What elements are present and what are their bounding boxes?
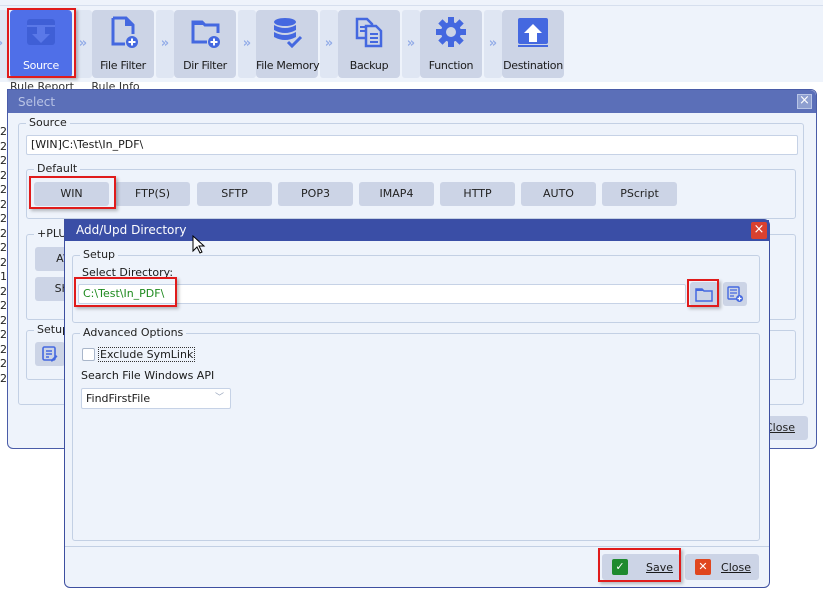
chevron-down-icon: ﹀: [214, 393, 224, 403]
select-title: Select: [18, 95, 56, 109]
close-button[interactable]: ✕ Close: [685, 554, 759, 580]
mouse-cursor-icon: [192, 235, 206, 254]
search-api-select[interactable]: FindFirstFile ﹀: [81, 388, 231, 409]
separator-icon: »: [156, 10, 174, 78]
save-button-label: Save: [646, 561, 674, 574]
toolbar-file-memory-label: File Memory: [256, 59, 320, 72]
toolbar-source-label: Source: [23, 59, 59, 72]
protocol-ftps-button[interactable]: FTP(S): [115, 182, 190, 206]
protocol-http-button[interactable]: HTTP: [440, 182, 515, 206]
toolbar-dir-filter-label: Dir Filter: [183, 59, 227, 72]
exclude-symlink-label[interactable]: Exclude SymLink: [98, 347, 196, 362]
folder-icon: [695, 288, 713, 302]
upload-tray-icon: [518, 18, 548, 47]
setup-group-label: Setup: [80, 248, 119, 261]
search-api-label: Search File Windows API: [81, 369, 215, 382]
select-title-bar[interactable]: Select ×: [8, 90, 816, 113]
protocol-auto-button[interactable]: AUTO: [521, 182, 596, 206]
source-group-label: Source: [26, 116, 70, 129]
directory-list-button[interactable]: [723, 282, 747, 306]
separator-icon: »: [238, 10, 256, 78]
protocol-pop3-button[interactable]: POP3: [278, 182, 353, 206]
toolbar-function-button[interactable]: Function: [420, 10, 482, 78]
select-directory-label: Select Directory:: [82, 266, 174, 279]
toolbar-function-label: Function: [428, 59, 474, 72]
footer-divider: [65, 546, 769, 547]
database-check-icon: [274, 18, 303, 48]
search-api-value: FindFirstFile: [86, 392, 151, 405]
add-dialog-title: Add/Upd Directory: [76, 223, 187, 237]
toolbar-file-memory-button[interactable]: File Memory: [256, 10, 320, 78]
source-path-field[interactable]: [WIN]C:\Test\In_PDF\: [26, 135, 798, 155]
exclude-symlink-checkbox[interactable]: [82, 348, 95, 361]
separator-icon: »: [0, 10, 8, 78]
edit-list-icon: [42, 346, 58, 362]
protocol-win-button[interactable]: WIN: [34, 182, 109, 206]
toolbar-source-button[interactable]: Source: [10, 10, 72, 78]
download-tray-icon: [27, 19, 55, 45]
save-button[interactable]: ✓ Save: [602, 554, 680, 580]
toolbar-destination-button[interactable]: Destination: [502, 10, 564, 78]
setup-edit-button[interactable]: [35, 342, 65, 366]
advanced-options-label: Advanced Options: [80, 326, 187, 339]
separator-icon: »: [74, 10, 92, 78]
toolbar-backup-button[interactable]: Backup: [338, 10, 400, 78]
toolbar-file-filter-button[interactable]: File Filter: [92, 10, 154, 78]
gear-icon: [436, 17, 466, 47]
close-icon[interactable]: ×: [751, 222, 767, 239]
workflow-toolbar: » Source » File Filter » Dir Filter »: [0, 6, 823, 82]
browse-folder-button[interactable]: [690, 282, 718, 306]
toolbar-file-filter-label: File Filter: [100, 59, 146, 72]
list-add-icon: [727, 286, 743, 302]
check-icon: ✓: [612, 559, 628, 575]
toolbar-backup-label: Backup: [349, 59, 389, 72]
copy-documents-icon: [355, 17, 383, 48]
advanced-options-group: Advanced Options: [72, 326, 760, 541]
default-group-label: Default: [34, 162, 81, 175]
separator-icon: »: [484, 10, 502, 78]
directory-path-field[interactable]: C:\Test\In_PDF\: [78, 284, 686, 304]
protocol-sftp-button[interactable]: SFTP: [197, 182, 272, 206]
separator-icon: »: [402, 10, 420, 78]
separator-icon: »: [320, 10, 338, 78]
x-icon: ✕: [695, 559, 711, 575]
protocol-pscript-button[interactable]: PScript: [602, 182, 677, 206]
add-dialog-title-bar[interactable]: Add/Upd Directory ×: [65, 220, 769, 241]
protocol-imap4-button[interactable]: IMAP4: [359, 182, 434, 206]
close-button-label: Close: [721, 561, 751, 574]
toolbar-dir-filter-button[interactable]: Dir Filter: [174, 10, 236, 78]
file-add-icon: [111, 16, 138, 48]
toolbar-destination-label: Destination: [503, 59, 563, 72]
add-upd-directory-dialog: Add/Upd Directory × Setup Select Directo…: [64, 219, 770, 588]
folder-add-icon: [191, 20, 220, 48]
close-icon[interactable]: ×: [797, 94, 812, 109]
